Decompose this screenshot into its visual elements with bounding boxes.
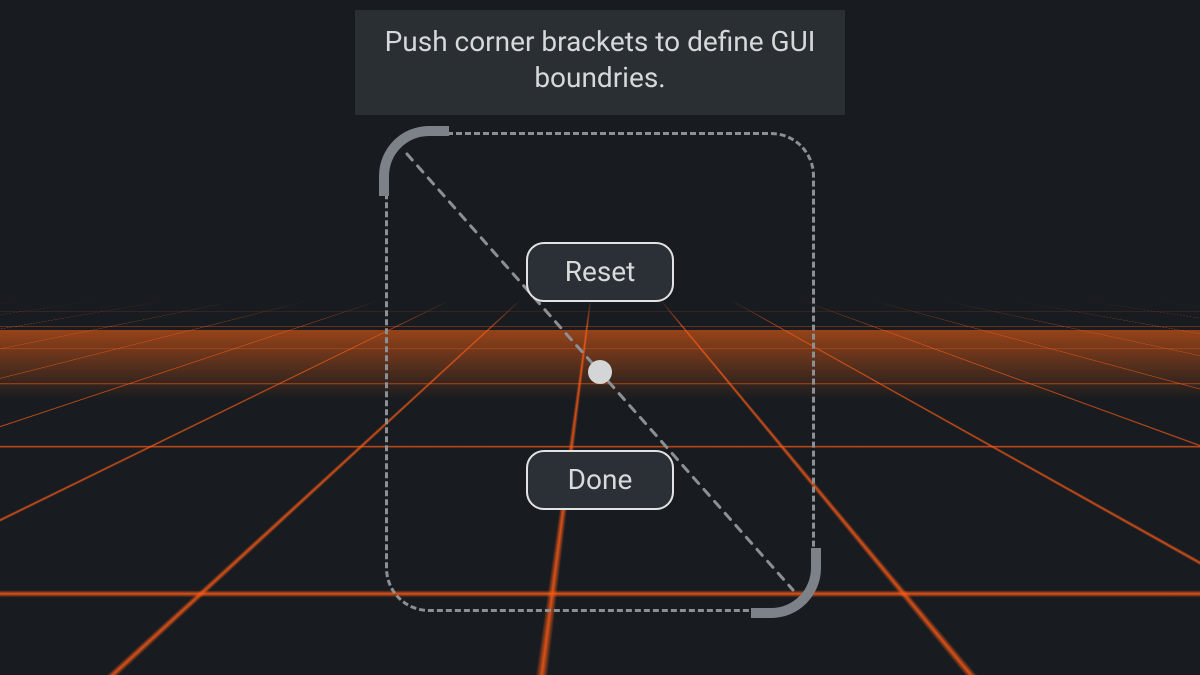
instruction-text: Push corner brackets to define GUI bound… [385,25,816,94]
gui-bounds-frame: Reset Done [385,132,815,612]
done-button-label: Done [568,463,633,496]
reset-button-label: Reset [565,255,636,288]
corner-bracket-top-left[interactable] [379,126,449,196]
corner-bracket-bottom-right[interactable] [751,548,821,618]
bounds-dashed-outline [385,132,815,612]
reset-button[interactable]: Reset [526,242,674,302]
vr-calibration-scene: Push corner brackets to define GUI bound… [0,0,1200,675]
done-button[interactable]: Done [526,450,674,510]
instruction-banner: Push corner brackets to define GUI bound… [355,10,845,115]
center-dot-icon [588,360,612,384]
bounds-diagonal-line [385,132,815,612]
